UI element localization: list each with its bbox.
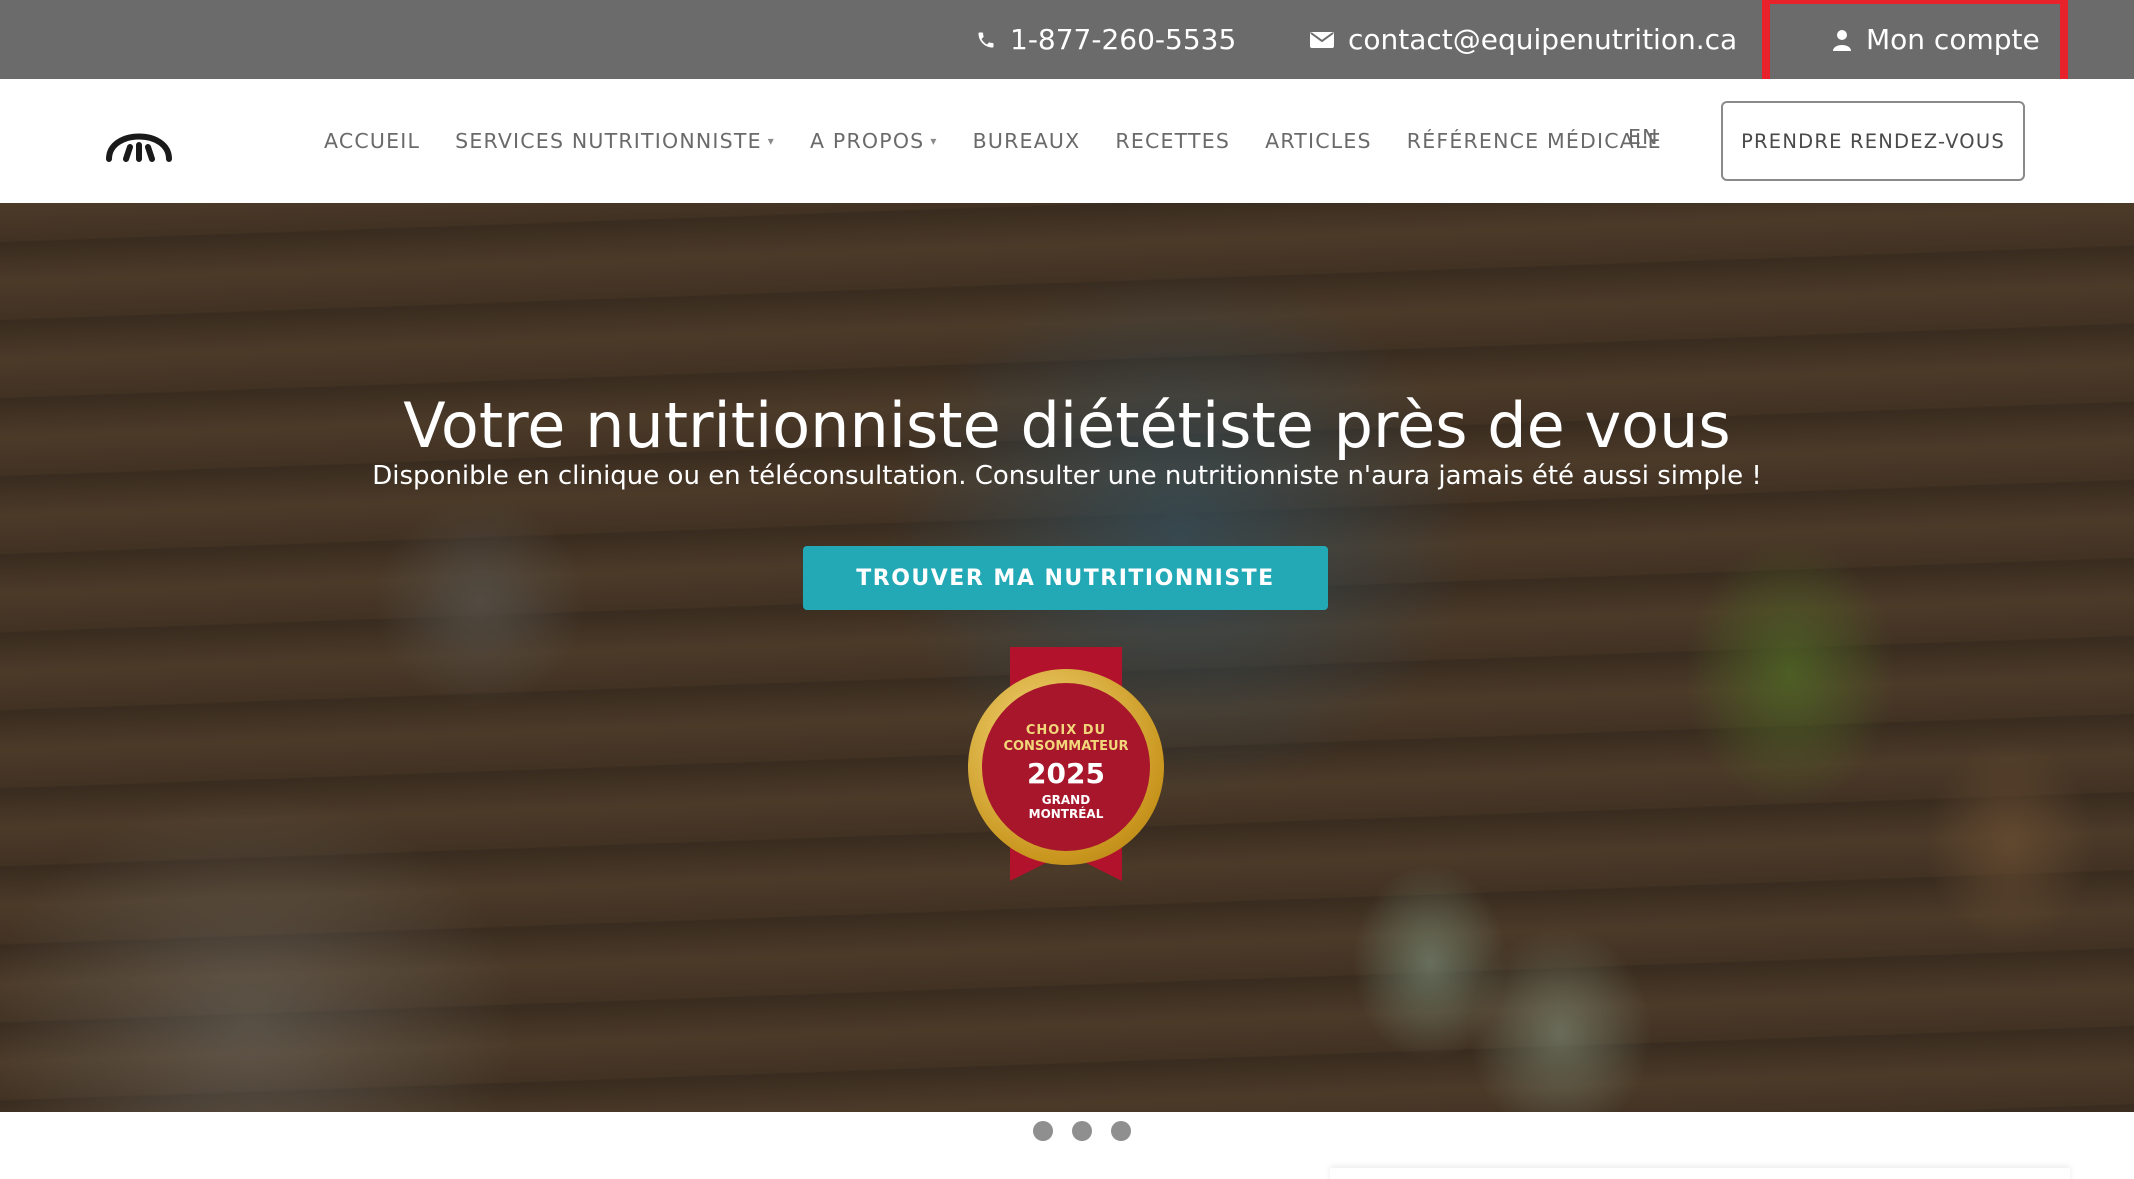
email-link[interactable]: contact@equipenutrition.ca [1310, 0, 1737, 79]
nav-item-articles[interactable]: ARTICLES [1265, 129, 1372, 153]
chevron-down-icon: ▾ [767, 134, 775, 148]
badge-line1: CHOIX DU [1025, 723, 1107, 738]
slider-pagination [1033, 1121, 1150, 1141]
hero-banner: Votre nutritionniste diététiste près de … [0, 203, 2134, 1112]
top-utility-bar: 1-877-260-5535 contact@equipenutrition.c… [0, 0, 2134, 114]
main-header: ACCUEIL SERVICES NUTRITIONNISTE ▾ A PROPO… [0, 79, 2134, 203]
nav-item-label: RÉFÉRENCE MÉDICALE [1406, 129, 1662, 153]
badge-inner: CHOIX DU CONSOMMATEUR 2025 GRAND MONTRÉA… [982, 683, 1150, 851]
slider-dot-1[interactable] [1033, 1121, 1053, 1141]
slider-dot-2[interactable] [1072, 1121, 1092, 1141]
badge-line3: GRAND [1041, 793, 1091, 807]
nav-item-label: SERVICES NUTRITIONNISTE [455, 129, 762, 153]
main-nav: ACCUEIL SERVICES NUTRITIONNISTE ▾ A PROPO… [324, 79, 1697, 203]
nav-item-label: RECETTES [1115, 129, 1231, 153]
nav-item-reference-medicale[interactable]: RÉFÉRENCE MÉDICALE [1407, 129, 1662, 153]
hero-title: Votre nutritionniste diététiste près de … [403, 389, 1731, 462]
badge-line4: MONTRÉAL [1028, 807, 1104, 821]
hero-subtitle: Disponible en clinique ou en téléconsult… [372, 461, 1762, 491]
email-address: contact@equipenutrition.ca [1348, 23, 1738, 56]
nav-item-label: BUREAUX [972, 129, 1081, 153]
phone-icon [978, 32, 994, 47]
nav-item-services[interactable]: SERVICES NUTRITIONNISTE ▾ [455, 129, 775, 153]
logo-icon[interactable] [104, 115, 174, 165]
nav-item-a-propos[interactable]: A PROPOS ▾ [810, 129, 938, 153]
chevron-down-icon: ▾ [930, 134, 938, 148]
slider-dot-3[interactable] [1111, 1121, 1131, 1141]
nav-item-label: ACCUEIL [324, 129, 421, 153]
nav-item-recettes[interactable]: RECETTES [1115, 129, 1230, 153]
badge-line2: CONSOMMATEUR [1003, 739, 1129, 754]
book-appointment-button[interactable]: PRENDRE RENDEZ-VOUS [1721, 101, 2025, 181]
nav-item-label: A PROPOS [809, 129, 925, 153]
phone-link[interactable]: 1-877-260-5535 [976, 0, 1236, 79]
nav-item-accueil[interactable]: ACCUEIL [324, 129, 420, 153]
badge-year: 2025 [1027, 757, 1105, 790]
phone-number: 1-877-260-5535 [1010, 23, 1237, 56]
find-nutritionist-button[interactable]: TROUVER MA NUTRITIONNISTE [803, 546, 1328, 610]
consumer-choice-badge: CHOIX DU CONSOMMATEUR 2025 GRAND MONTRÉA… [968, 647, 1164, 881]
envelope-icon [1310, 31, 1334, 48]
nav-item-bureaux[interactable]: BUREAUX [973, 129, 1081, 153]
language-switch[interactable]: EN [1628, 125, 1659, 149]
content-card-edge [1330, 1168, 2070, 1179]
nav-item-label: ARTICLES [1265, 129, 1372, 153]
